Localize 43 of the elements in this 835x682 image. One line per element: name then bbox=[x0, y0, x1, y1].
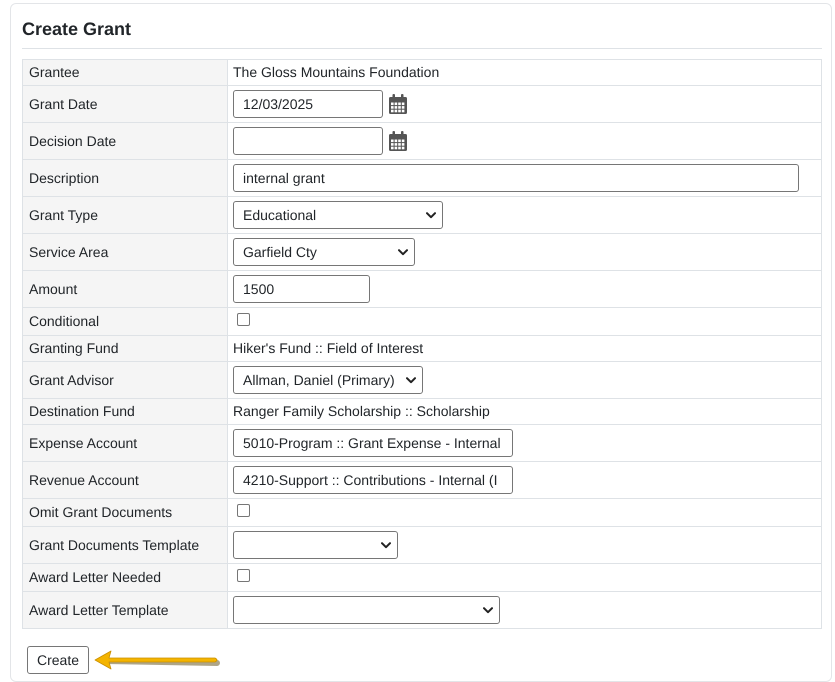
field-label: Granting Fund bbox=[22, 336, 228, 362]
create-button[interactable]: Create bbox=[27, 646, 90, 674]
chevron-down-icon bbox=[483, 606, 493, 614]
text-input[interactable]: 4210-Support :: Contributions - Internal (I bbox=[233, 466, 513, 494]
checkbox[interactable] bbox=[237, 569, 250, 582]
field-value: Hiker's Fund :: Field of Interest bbox=[233, 340, 424, 356]
date-input[interactable] bbox=[233, 127, 383, 155]
calendar-icon[interactable] bbox=[389, 94, 407, 114]
field-label: Award Letter Template bbox=[22, 592, 228, 628]
field-label: Amount bbox=[22, 270, 228, 308]
field-label: Grant Date bbox=[22, 86, 228, 122]
chevron-down-icon bbox=[381, 542, 391, 548]
select-field[interactable] bbox=[233, 596, 500, 624]
chevron-down-icon bbox=[398, 248, 408, 256]
field-label: Service Area bbox=[22, 234, 228, 270]
checkbox[interactable] bbox=[237, 504, 250, 517]
field-label: Decision Date bbox=[22, 122, 228, 160]
field-label: Destination Fund bbox=[22, 398, 228, 424]
chevron-down-icon bbox=[426, 212, 436, 218]
text-input[interactable]: 5010-Program :: Grant Expense - Internal bbox=[233, 429, 513, 457]
field-label: Expense Account bbox=[22, 424, 228, 462]
field-label: Award Letter Needed bbox=[22, 564, 228, 592]
date-input[interactable]: 12/03/2025 bbox=[233, 90, 383, 118]
field-label: Grantee bbox=[22, 60, 228, 86]
field-value: The Gloss Mountains Foundation bbox=[233, 64, 440, 80]
text-input[interactable]: internal grant bbox=[233, 164, 799, 192]
field-label: Grant Documents Template bbox=[22, 526, 228, 564]
chevron-down-icon bbox=[406, 376, 416, 384]
select-field[interactable] bbox=[233, 531, 398, 559]
field-label: Conditional bbox=[22, 308, 228, 336]
field-label: Omit Grant Documents bbox=[22, 498, 228, 526]
select-field[interactable]: Educational bbox=[233, 201, 443, 229]
field-label: Grant Advisor bbox=[22, 362, 228, 398]
text-input[interactable]: 1500 bbox=[233, 275, 370, 303]
form-title: Create Grant bbox=[22, 18, 822, 49]
select-field[interactable]: Allman, Daniel (Primary) bbox=[233, 366, 423, 394]
field-label: Grant Type bbox=[22, 196, 228, 234]
field-value: Ranger Family Scholarship :: Scholarship bbox=[233, 403, 490, 419]
calendar-icon[interactable] bbox=[389, 131, 407, 151]
field-label: Revenue Account bbox=[22, 462, 228, 498]
select-field[interactable]: Garfield Cty bbox=[233, 238, 415, 266]
field-label: Description bbox=[22, 160, 228, 196]
checkbox[interactable] bbox=[237, 313, 250, 326]
